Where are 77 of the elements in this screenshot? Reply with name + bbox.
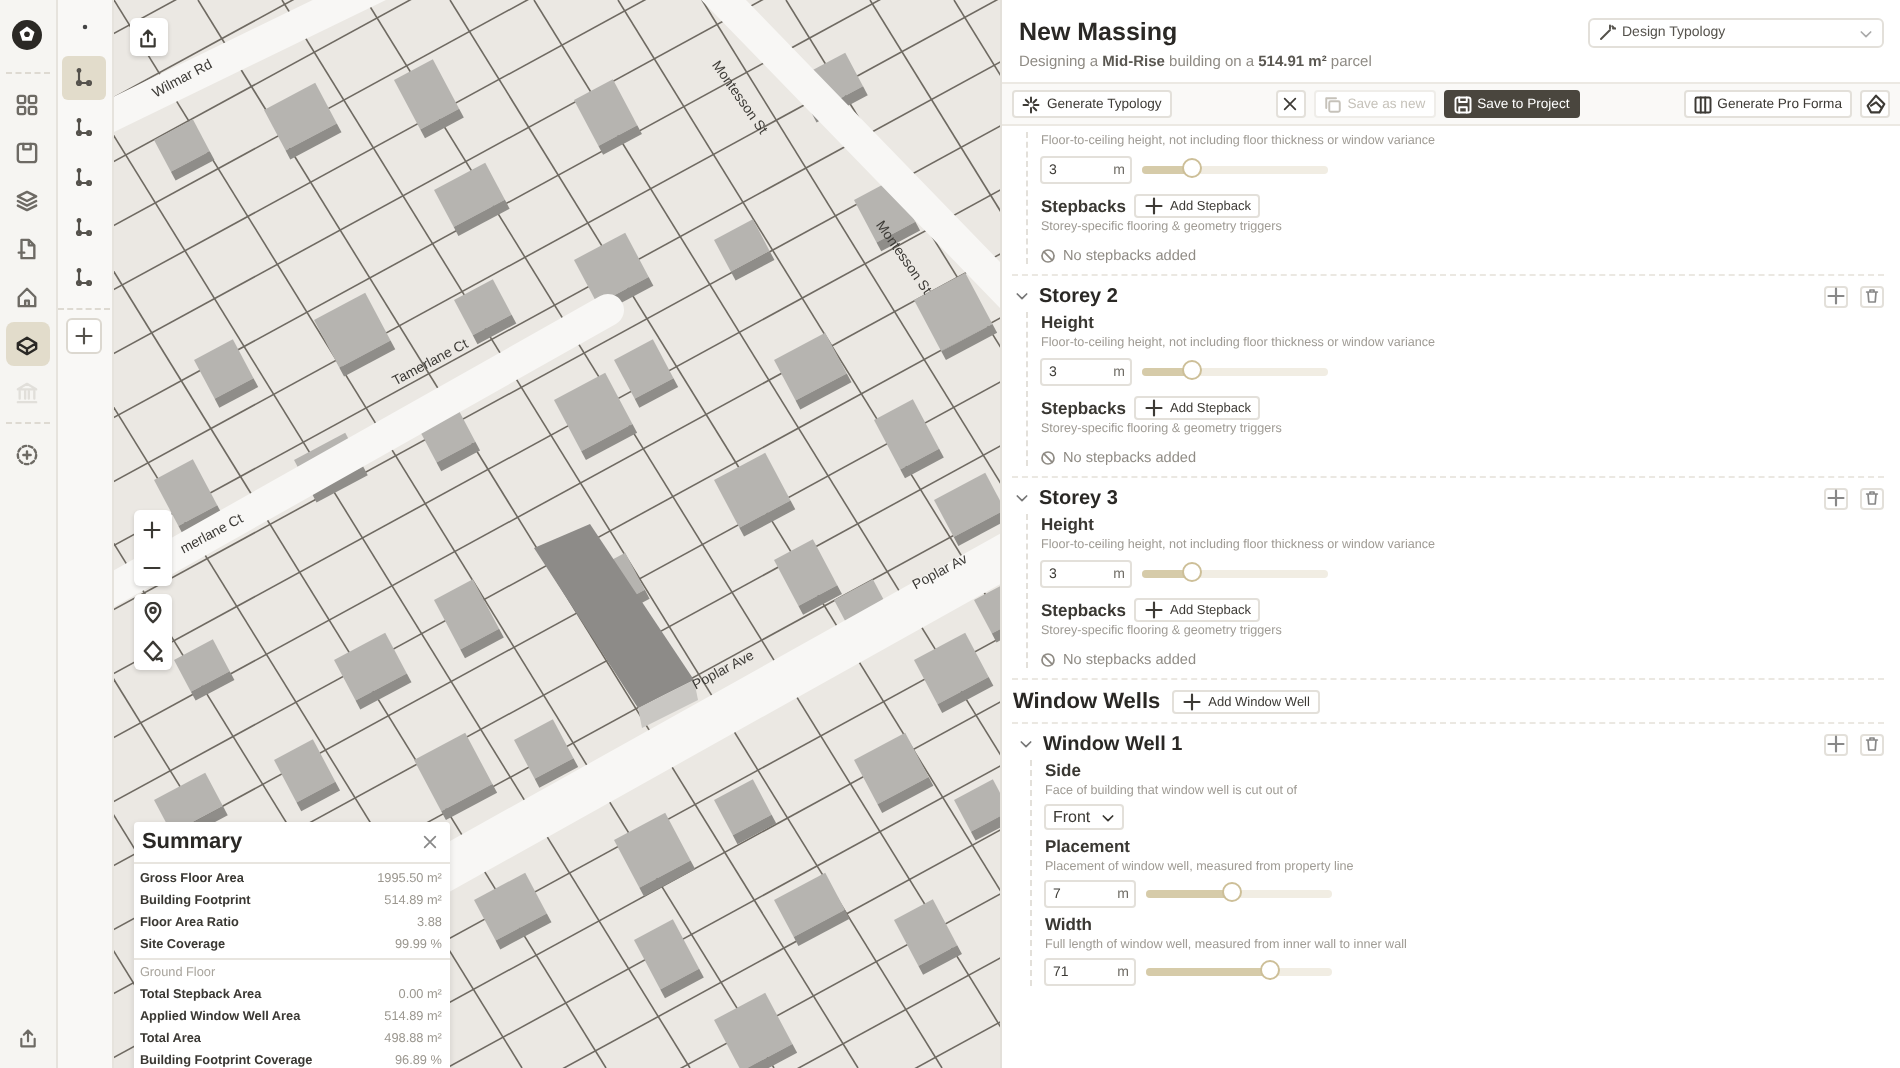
- node-path-icon: [74, 218, 95, 238]
- field-label: Height: [1040, 514, 1096, 536]
- slider-thumb[interactable]: [1259, 960, 1280, 980]
- field-label: Width: [1044, 914, 1094, 936]
- add-circle-icon: [16, 443, 39, 465]
- node-path-icon: [74, 268, 95, 288]
- close-icon: [421, 834, 438, 850]
- slider-thumb[interactable]: [1222, 882, 1243, 902]
- chevron-down-icon: [1018, 736, 1035, 752]
- side-select[interactable]: Front: [1044, 804, 1125, 830]
- path-tool-button[interactable]: [62, 56, 107, 100]
- document-icon: [16, 237, 39, 259]
- plus-icon: [142, 519, 163, 539]
- section-title: Storey 3: [1038, 487, 1118, 509]
- rotate-icon: [141, 640, 164, 662]
- upload-icon: [17, 1028, 38, 1048]
- no-entry-icon: [1040, 247, 1057, 263]
- sparkle-icon: [1022, 95, 1041, 113]
- layers-icon: [16, 189, 39, 211]
- logo-icon: [12, 19, 43, 49]
- chevron-down-icon: [1100, 809, 1117, 825]
- wand-icon: [1598, 24, 1616, 42]
- chevron-down-icon: [1858, 25, 1874, 41]
- field-label: Stepbacks: [1040, 397, 1126, 419]
- grid-icon: [16, 93, 39, 115]
- slider-thumb[interactable]: [1181, 562, 1202, 582]
- node-path-icon: [74, 168, 95, 188]
- dot-icon: [81, 24, 88, 30]
- add-button[interactable]: [1824, 285, 1848, 307]
- trash-icon: [1864, 288, 1880, 304]
- plus-icon: [1182, 692, 1203, 712]
- summary-title: Summary: [141, 830, 243, 854]
- add-button[interactable]: [1824, 487, 1848, 509]
- floppy-disk-icon: [1453, 95, 1472, 113]
- section-heading: Window Wells: [1012, 690, 1161, 714]
- copy-icon: [1323, 95, 1342, 113]
- delete-button[interactable]: [1860, 285, 1884, 307]
- field-label: Stepbacks: [1040, 195, 1126, 217]
- no-entry-icon: [1040, 449, 1057, 465]
- plus-icon: [74, 326, 95, 346]
- node-path-icon: [74, 118, 95, 138]
- delete-button[interactable]: [1860, 487, 1884, 509]
- section-title: Storey 2: [1038, 285, 1118, 307]
- panel-title: New Massing: [1018, 18, 1180, 46]
- field-label: Stepbacks: [1040, 599, 1126, 621]
- shape-button[interactable]: [1860, 90, 1891, 118]
- columns-icon: [1693, 95, 1712, 113]
- close-button[interactable]: [1275, 90, 1306, 118]
- plus-icon: [1826, 734, 1846, 754]
- plus-icon: [1144, 398, 1164, 418]
- home-icon: [16, 285, 39, 307]
- slider-thumb[interactable]: [1181, 360, 1202, 380]
- share-button[interactable]: [129, 18, 168, 56]
- cube-icon: [16, 333, 39, 355]
- field-label: Side: [1044, 760, 1083, 782]
- location-pin-icon: [141, 602, 164, 624]
- add-button[interactable]: [1824, 733, 1848, 755]
- section-title: Window Well 1: [1042, 733, 1183, 755]
- chevron-down-icon: [1014, 490, 1031, 506]
- node-path-icon: [74, 68, 95, 88]
- plus-icon: [1144, 196, 1164, 216]
- no-entry-icon: [1040, 651, 1057, 667]
- chevron-down-icon: [1014, 288, 1031, 304]
- trash-icon: [1864, 736, 1880, 752]
- plus-icon: [1826, 286, 1846, 306]
- bank-icon: [16, 381, 39, 403]
- field-label: Height: [1040, 312, 1096, 334]
- plus-icon: [1826, 488, 1846, 508]
- upload-icon: [138, 27, 159, 47]
- trash-icon: [1864, 490, 1880, 506]
- plus-icon: [1144, 600, 1164, 620]
- cube-button[interactable]: [5, 322, 50, 366]
- field-label: Placement: [1044, 836, 1132, 858]
- slider-thumb[interactable]: [1181, 158, 1202, 178]
- close-icon: [1282, 96, 1299, 112]
- shape-icon: [1865, 94, 1886, 114]
- delete-button[interactable]: [1860, 733, 1884, 755]
